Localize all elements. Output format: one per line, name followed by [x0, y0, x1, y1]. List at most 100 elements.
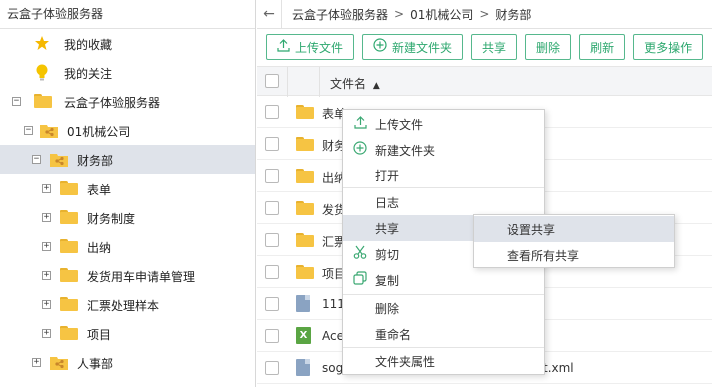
tree-label: 发货用车申请单管理 [87, 270, 196, 284]
menu-label: 重命名 [375, 327, 412, 342]
column-divider [287, 67, 288, 97]
collapse-toggle[interactable]: − [32, 155, 41, 164]
tree-item-hr[interactable]: + 人事部 [0, 348, 255, 377]
tree-item-following[interactable]: 我的关注 [0, 58, 255, 87]
share-button[interactable]: 共享 [471, 34, 518, 60]
menu-item-open[interactable]: 打开 [343, 162, 544, 188]
file-name-suffix: t.xml [543, 361, 574, 375]
menu-label: 上传文件 [375, 117, 424, 132]
breadcrumb-company[interactable]: 01机械公司 [410, 6, 473, 23]
row-checkbox[interactable] [265, 201, 279, 215]
left-breadcrumb[interactable]: 云盒子体验服务器 [0, 0, 255, 29]
expand-toggle[interactable]: + [32, 358, 41, 367]
tree-item-company[interactable]: − 01机械公司 [0, 116, 255, 145]
upload-label: 上传文件 [295, 40, 344, 55]
row-checkbox[interactable] [265, 169, 279, 183]
menu-item-rename[interactable]: 重命名 [343, 321, 544, 347]
select-all-checkbox[interactable] [265, 74, 279, 88]
menu-item-delete[interactable]: 删除 [343, 295, 544, 321]
collapse-toggle[interactable]: − [12, 97, 21, 106]
scissors-icon [352, 245, 368, 263]
upload-button[interactable]: 上传文件 [266, 34, 355, 60]
collapse-toggle[interactable]: − [24, 126, 33, 135]
tree-item-favorites[interactable]: 我的收藏 [0, 29, 255, 58]
tree-item-finance-rules[interactable]: + 财务制度 [0, 203, 255, 232]
submenu-item-set-share[interactable]: 设置共享 [474, 216, 674, 242]
breadcrumb-server[interactable]: 云盒子体验服务器 [292, 6, 388, 23]
menu-label: 共享 [375, 221, 400, 236]
left-panel: 云盒子体验服务器 我的收藏 我的关注 − 云盒子体验服务器 − 01机械公司 −… [0, 0, 256, 387]
column-header-label: 文件名 [330, 77, 367, 91]
menu-item-upload[interactable]: 上传文件 [343, 111, 544, 137]
tree-label: 人事部 [77, 357, 114, 371]
menu-item-new-folder[interactable]: 新建文件夹 [343, 137, 544, 163]
file-name[interactable]: sog [322, 361, 343, 375]
expand-toggle[interactable]: + [42, 329, 51, 338]
row-checkbox[interactable] [265, 233, 279, 247]
menu-label: 文件夹属性 [375, 354, 436, 369]
menu-label: 删除 [375, 301, 400, 316]
plus-circle-icon [352, 141, 368, 159]
folder-icon [60, 181, 78, 197]
breadcrumb-separator: > [479, 7, 490, 21]
expand-toggle[interactable]: + [42, 242, 51, 251]
row-checkbox[interactable] [265, 297, 279, 311]
path-bar: ← 云盒子体验服务器 > 01机械公司 > 财务部 [257, 0, 712, 29]
file-name[interactable]: Ace [322, 329, 344, 343]
tree-label: 云盒子体验服务器 [64, 96, 161, 110]
new-folder-label: 新建文件夹 [392, 40, 453, 55]
delete-button[interactable]: 删除 [525, 34, 572, 60]
more-actions-button[interactable]: 更多操作 [633, 34, 704, 60]
tree-label: 汇票处理样本 [87, 299, 160, 313]
tree-label: 出纳 [87, 241, 112, 255]
toolbar: 上传文件 新建文件夹 共享 删除 刷新 更多操作 [266, 34, 704, 60]
row-checkbox[interactable] [265, 329, 279, 343]
folder-icon [60, 210, 78, 226]
share-submenu: 设置共享 查看所有共享 [473, 214, 675, 268]
tree-item-shipping[interactable]: + 发货用车申请单管理 [0, 261, 255, 290]
breadcrumb-finance[interactable]: 财务部 [495, 6, 531, 23]
upload-icon [277, 38, 290, 56]
tree-item-server[interactable]: − 云盒子体验服务器 [0, 87, 255, 116]
breadcrumb-separator: > [394, 7, 405, 21]
tree-item-finance[interactable]: − 财务部 [0, 145, 255, 174]
shared-folder-icon [40, 123, 58, 139]
folder-icon [60, 326, 78, 342]
expand-toggle[interactable]: + [42, 271, 51, 280]
upload-icon [352, 115, 368, 133]
row-checkbox[interactable] [265, 361, 279, 375]
menu-label: 复制 [375, 273, 400, 288]
folder-icon [60, 297, 78, 313]
expand-toggle[interactable]: + [42, 300, 51, 309]
submenu-item-view-all-shares[interactable]: 查看所有共享 [474, 242, 674, 268]
refresh-button[interactable]: 刷新 [579, 34, 626, 60]
divider [281, 0, 282, 29]
menu-item-properties[interactable]: 文件夹属性 [343, 348, 544, 374]
tree-item-forms[interactable]: + 表单 [0, 174, 255, 203]
star-icon [34, 35, 52, 51]
shared-folder-icon [50, 152, 68, 168]
tree-item-drafts[interactable]: + 汇票处理样本 [0, 290, 255, 319]
folder-icon [60, 239, 78, 255]
tree-label: 01机械公司 [67, 125, 131, 139]
bulb-icon [35, 64, 53, 81]
shared-folder-icon [50, 355, 68, 371]
tree-label: 财务制度 [87, 212, 136, 226]
expand-toggle[interactable]: + [42, 184, 51, 193]
menu-item-log[interactable]: 日志 [343, 189, 544, 215]
sort-asc-icon: ▲ [372, 81, 380, 91]
tree-item-projects[interactable]: + 项目 [0, 319, 255, 348]
menu-label: 新建文件夹 [375, 143, 436, 158]
back-arrow-icon[interactable]: ← [257, 6, 281, 22]
tree-label: 项目 [87, 328, 112, 342]
row-checkbox[interactable] [265, 265, 279, 279]
new-folder-button[interactable]: 新建文件夹 [362, 34, 464, 60]
menu-label: 打开 [375, 168, 400, 183]
row-checkbox[interactable] [265, 105, 279, 119]
menu-item-copy[interactable]: 复制 [343, 267, 544, 293]
folder-icon [60, 268, 78, 284]
row-checkbox[interactable] [265, 137, 279, 151]
column-header-filename[interactable]: 文件名 ▲ [330, 75, 380, 92]
expand-toggle[interactable]: + [42, 213, 51, 222]
tree-item-cashier[interactable]: + 出纳 [0, 232, 255, 261]
